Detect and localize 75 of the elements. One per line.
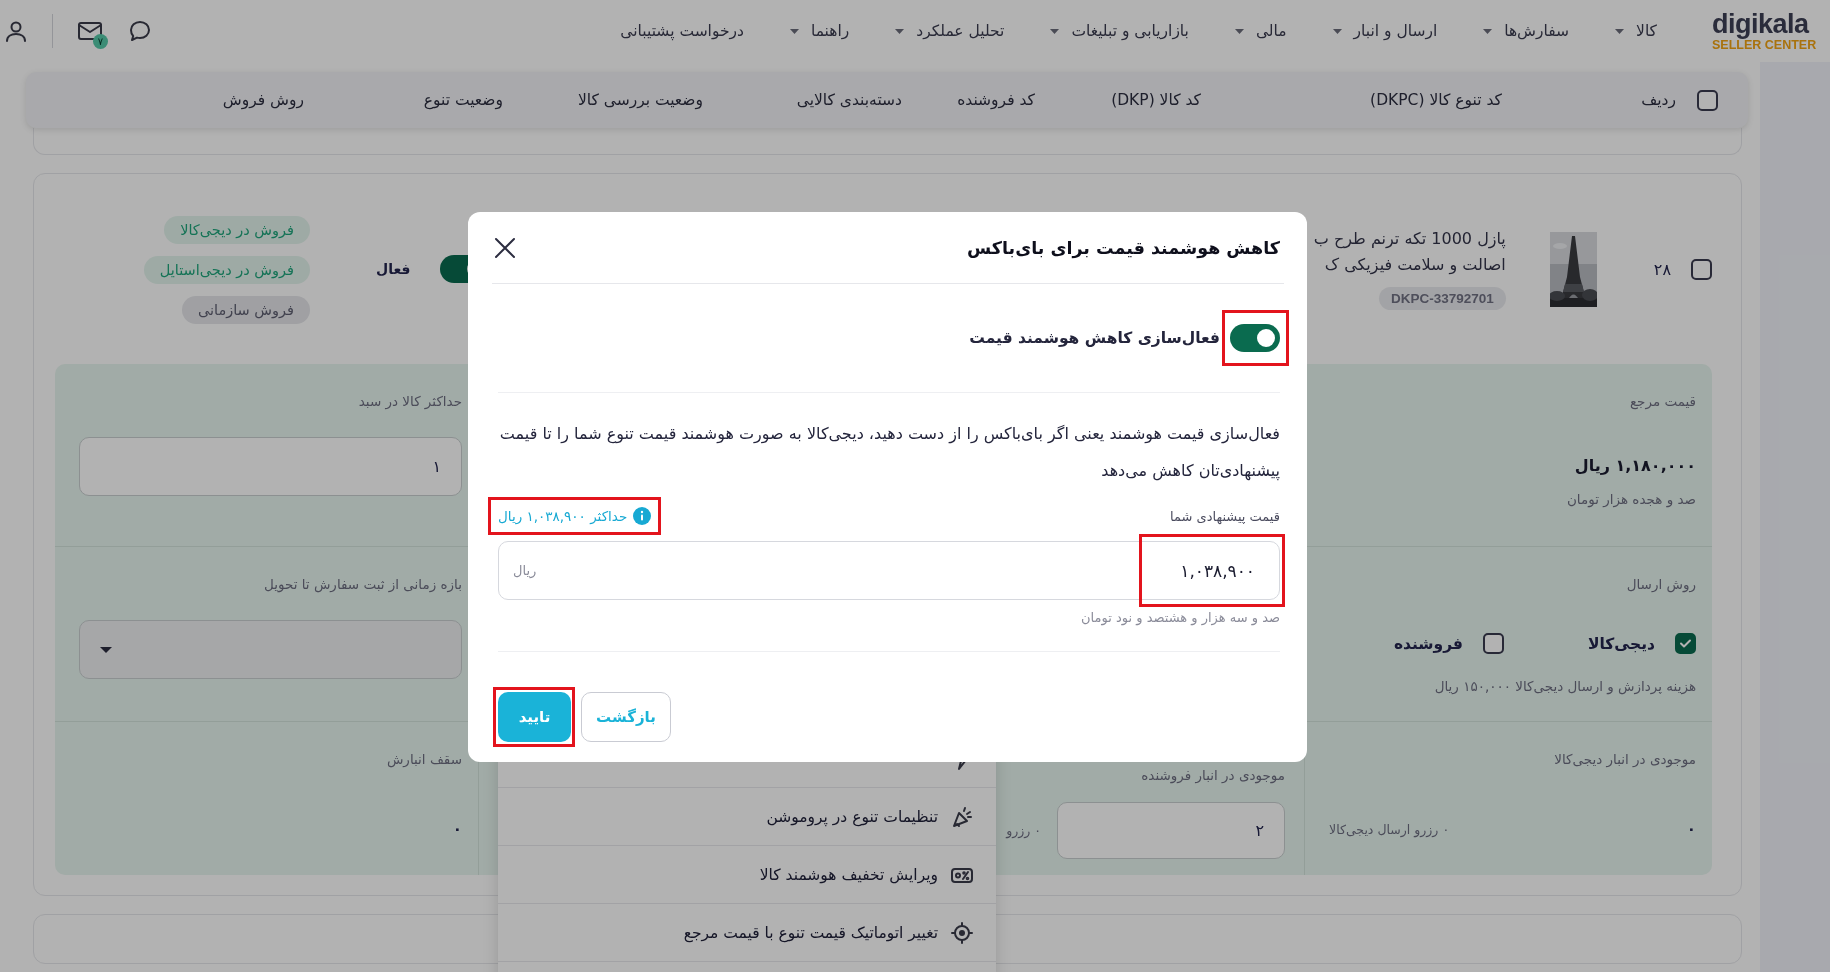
field-label: سقف انبارش	[385, 750, 462, 768]
column-header: روش فروش	[222, 91, 304, 109]
close-icon[interactable]	[494, 236, 516, 259]
field-label: موجودی در انبار فروشنده	[1140, 766, 1285, 784]
max-price-hint: حداکثر ۱,۰۳۸,۹۰۰ ریال	[498, 508, 628, 524]
sales-channel-tag: فروش در دیجی‌کالا	[164, 216, 310, 244]
target-icon	[950, 920, 974, 945]
nav-menu-item[interactable]: تحلیل عملکرد	[895, 22, 1005, 40]
caret-icon	[1050, 28, 1060, 34]
status-label: فعال	[376, 261, 411, 277]
field-label: بازه زمانی از ثبت سفارش تا تحویل	[263, 575, 462, 593]
product-title-line: پازل 1000 تکه ترنم طرح ب	[1313, 228, 1506, 249]
field-label: قیمت مرجع	[1628, 392, 1696, 410]
input-field[interactable]: ۱	[79, 437, 462, 496]
field-label: حداکثر کالا در سبد	[357, 392, 462, 410]
notification-badge: ۷	[93, 34, 108, 49]
nav-menu-item[interactable]: راهنما	[789, 22, 850, 40]
caret-icon	[895, 28, 905, 34]
caret-icon	[1483, 28, 1493, 34]
column-header: کد تنوع کالا (DKPC)	[1370, 91, 1502, 109]
mail-icon[interactable]	[77, 19, 103, 43]
amount-in-words: صد و سه هزار و هشتصد و نود تومان	[498, 610, 1280, 652]
amount-in-words: صد و هجده هزار تومان	[1565, 491, 1696, 507]
caret-icon	[100, 646, 112, 653]
reserved-note: ۰ رزرو	[1006, 823, 1041, 838]
variant-code: DKPC-33792701	[1379, 286, 1506, 310]
description-text: فعال‌سازی قیمت هوشمند یعنی اگر بای‌باکس را از دست دهید، دیجی‌کالا به صورت هوشمند قیمت تنوع شما را تا قیمت پیشنهادی‌تان کاهش می‌دهد	[498, 423, 1280, 483]
checkbox[interactable]	[1483, 633, 1504, 654]
checkbox[interactable]	[1697, 89, 1718, 111]
stock-value: ۰	[452, 820, 462, 838]
sales-channel-tag: فروش سازمانی	[181, 296, 310, 324]
nav-menu-item[interactable]: بازاریابی و تبلیغات	[1050, 22, 1189, 40]
field-label: موجودی در انبار دیجی‌کالا	[1553, 750, 1696, 768]
sales-channel-tag: فروش در دیجی‌استایل	[143, 256, 310, 284]
chat-icon[interactable]	[127, 19, 153, 43]
column-header: وضعیت بررسی کالا	[577, 91, 703, 109]
stock-value: ۰	[1686, 820, 1696, 838]
checkbox-label: دیجی‌کالا	[1588, 634, 1655, 653]
price-value: ۱,۱۸۰,۰۰۰ ریال	[1573, 456, 1696, 475]
info-icon	[633, 507, 652, 525]
product-title-line: اصالت و سلامت فیزیکی ک	[1324, 254, 1506, 275]
logo-tagline: SELLER CENTER	[1712, 38, 1817, 52]
menu-item[interactable]: تنظیمات تنوع در پروموشن	[498, 788, 996, 846]
caret-icon	[1332, 28, 1342, 34]
menu-item[interactable]: ویرایش تخفیف هوشمند کالا	[498, 846, 996, 904]
price-input[interactable]: ۱,۰۳۸,۹۰۰ ریال	[498, 541, 1280, 600]
user-icon[interactable]	[4, 19, 28, 43]
column-header: کد کالا (DKP)	[1111, 91, 1201, 109]
column-header: کد فروشنده	[957, 91, 1035, 109]
checkbox[interactable]	[1691, 258, 1712, 280]
row-number: ۲۸	[1653, 259, 1671, 279]
toggle-switch[interactable]	[1230, 324, 1280, 352]
megaphone-icon	[950, 804, 974, 829]
column-header: دسته‌بندی کالایی	[796, 91, 902, 109]
shipping-note: هزینه پردازش و ارسال دیجی‌کالا ۱۵۰,۰۰۰ ریال	[1433, 678, 1696, 694]
modal-title: کاهش هوشمند قیمت برای بای‌باکس	[967, 237, 1280, 258]
nav-menu-item[interactable]: سفارش‌ها	[1483, 22, 1570, 40]
checkbox-label: فروشنده	[1393, 634, 1463, 653]
checkbox[interactable]	[1675, 633, 1696, 654]
input-field[interactable]: ۲	[1057, 802, 1285, 859]
column-header: ردیف	[1641, 91, 1676, 109]
nav-menu-item[interactable]: مالی	[1234, 22, 1287, 40]
nav-menu-item[interactable]: ارسال و انبار	[1332, 22, 1438, 40]
nav-menu-item[interactable]: درخواست پشتیبانی	[620, 22, 744, 40]
menu-item[interactable]: تغییر اتوماتیک قیمت تنوع با قیمت مرجع	[498, 904, 996, 962]
field-label: قیمت پیشنهادی شما	[1169, 508, 1280, 524]
field-label: روش ارسال	[1625, 575, 1696, 593]
nav-menu-item[interactable]: کالا	[1615, 22, 1657, 40]
dropdown-field[interactable]	[79, 620, 462, 679]
caret-icon	[1615, 28, 1625, 34]
reserved-note: ۰ رزرو ارسال دیجی‌کالا	[1329, 821, 1450, 837]
toggle-label: فعال‌سازی کاهش هوشمند قیمت	[969, 329, 1220, 347]
caret-icon	[1234, 28, 1244, 34]
caret-icon	[789, 28, 799, 34]
column-header: وضعیت تنوع	[423, 91, 503, 109]
